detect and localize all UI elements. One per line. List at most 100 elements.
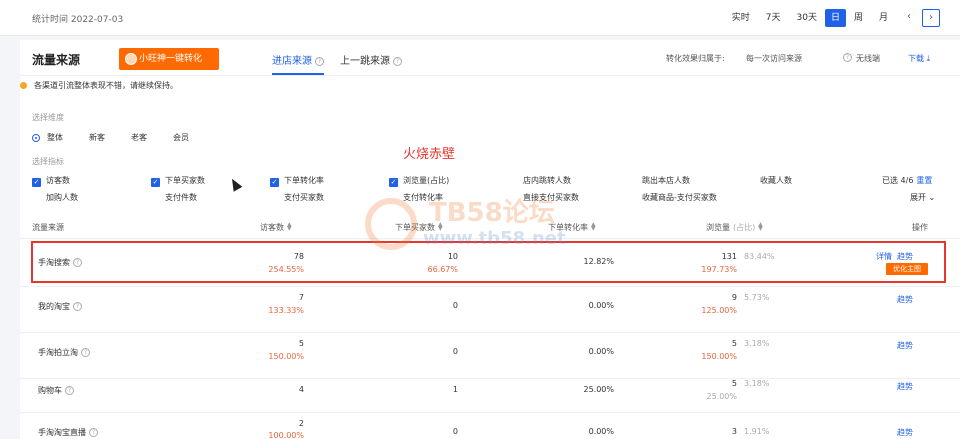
expand-toggle[interactable]: 展开 ⌄ xyxy=(910,192,935,203)
metric-fav-pay[interactable]: 收藏商品-支付买家数 xyxy=(642,192,717,203)
trend-link[interactable]: 趋势 xyxy=(897,340,913,351)
checkbox-checked-icon: ✓ xyxy=(270,178,279,187)
row-visitors: 5 xyxy=(298,339,304,348)
pig-icon xyxy=(125,53,137,65)
trend-link[interactable]: 趋势 xyxy=(897,427,913,438)
row-views: 3 xyxy=(731,427,737,436)
metric-views[interactable]: ✓ 浏览量(占比) xyxy=(389,175,449,187)
metric-buyers[interactable]: ✓ 下单买家数 xyxy=(151,175,205,187)
metric-buyers-label: 下单买家数 xyxy=(165,176,205,185)
metric-add-cart[interactable]: 加购人数 xyxy=(46,192,78,203)
tab-prev-hop-source[interactable]: 上一跳来源? xyxy=(340,52,402,67)
promo-button[interactable]: 小旺神一键转化 xyxy=(119,48,219,70)
tab-entry-source-label: 进店来源 xyxy=(272,56,312,67)
tab-entry-source[interactable]: 进店来源? xyxy=(272,52,324,67)
row-visitors: 4 xyxy=(298,385,304,394)
row-rate: 25.00% xyxy=(583,385,614,394)
th-visitors[interactable]: 访客数 ▲ ▼ xyxy=(260,222,292,233)
period-realtime[interactable]: 实时 xyxy=(724,9,758,27)
row-buyers: 0 xyxy=(452,301,458,310)
conversion-label: 转化效果归属于: xyxy=(666,54,725,63)
tab-underline xyxy=(272,73,324,75)
help-icon: ? xyxy=(315,57,324,66)
top-bar: 统计时间 2022-07-03 实时 7天 30天 日 周 月 ‹ › xyxy=(0,0,960,36)
row-views-pct: 150.00% xyxy=(701,352,737,361)
checkbox-checked-icon: ✓ xyxy=(151,178,160,187)
metric-rate[interactable]: ✓ 下单转化率 xyxy=(270,175,324,187)
help-icon: ? xyxy=(73,302,82,311)
table-row: 手淘淘宝直播? 2 100.00% 0 0.00% 3 1.91% 趋势 xyxy=(20,412,960,439)
download-label: 下载 xyxy=(908,54,924,63)
period-month[interactable]: 月 xyxy=(871,9,896,27)
row-source: 手淘拍立淘? xyxy=(38,347,90,358)
row-views: 9 xyxy=(731,293,737,302)
trend-link[interactable]: 趋势 xyxy=(897,381,913,392)
row-share: 1.91% xyxy=(744,427,770,436)
help-icon: ? xyxy=(65,386,74,395)
metric-visitors[interactable]: ✓ 访客数 xyxy=(32,175,70,187)
period-week[interactable]: 周 xyxy=(846,9,871,27)
next-date-button[interactable]: › xyxy=(922,9,940,27)
table-row: 我的淘宝? 7 133.33% 0 0.00% 9 5.73% 125.00% … xyxy=(20,286,960,332)
row-buyers: 0 xyxy=(452,347,458,356)
row-visitors: 2 xyxy=(298,419,304,428)
dimension-old[interactable]: 老客 xyxy=(131,132,147,143)
tab-prev-hop-label: 上一跳来源 xyxy=(340,56,390,67)
device-select[interactable]: 无线端 xyxy=(856,53,880,64)
row-views-pct: 25.00% xyxy=(706,392,737,401)
selected-count-text: 已选 4/6 xyxy=(882,176,914,185)
metric-bounce[interactable]: 跳出本店人数 xyxy=(642,175,690,186)
th-action: 操作 xyxy=(912,223,928,232)
trend-link[interactable]: 趋势 xyxy=(897,294,913,305)
row-source: 手淘淘宝直播? xyxy=(38,427,98,438)
expand-label: 展开 xyxy=(910,193,926,202)
row-views: 5 xyxy=(731,339,737,348)
row-rate: 0.00% xyxy=(588,427,614,436)
row-visitors-pct: 133.33% xyxy=(268,306,304,315)
panel-title: 流量来源 xyxy=(32,53,81,67)
row-buyers: 0 xyxy=(452,427,458,436)
dimension-overall-label: 整体 xyxy=(47,133,63,142)
help-icon: ? xyxy=(81,348,90,357)
row-visitors-pct: 150.00% xyxy=(268,352,304,361)
row-visitors-pct: 100.00% xyxy=(268,431,304,439)
period-day[interactable]: 日 xyxy=(824,9,846,27)
metric-views-label: 浏览量(占比) xyxy=(403,176,450,185)
help-icon: ? xyxy=(89,428,98,437)
radio-selected-icon xyxy=(32,133,40,142)
metric-rate-label: 下单转化率 xyxy=(284,176,324,185)
metric-visitors-label: 访客数 xyxy=(46,176,70,185)
th-visitors-label: 访客数 xyxy=(260,223,284,232)
download-link[interactable]: 下载 ⤓ xyxy=(908,53,930,64)
row-views-pct: 125.00% xyxy=(701,306,737,315)
metric-pay-buyers[interactable]: 支付买家数 xyxy=(284,192,324,203)
dimension-overall[interactable]: 整体 xyxy=(32,132,63,143)
prev-date-button[interactable]: ‹ xyxy=(900,9,918,27)
metric-in-store-jump[interactable]: 店内跳转人数 xyxy=(523,175,571,186)
row-source-label: 手淘淘宝直播 xyxy=(38,428,86,437)
metrics-label: 选择指标 xyxy=(32,157,64,166)
dimension-label: 选择维度 xyxy=(32,113,64,122)
th-views[interactable]: 浏览量 (占比) ▲ ▼ xyxy=(706,222,763,233)
row-buyers: 1 xyxy=(452,385,458,394)
period-7d[interactable]: 7天 xyxy=(758,9,789,27)
conversion-select[interactable]: 每一次访问来源 xyxy=(746,53,802,64)
sort-icon: ▲ ▼ xyxy=(287,221,292,232)
dimension-new[interactable]: 新客 xyxy=(89,132,105,143)
row-source-label: 购物车 xyxy=(38,386,62,395)
chevron-down-icon: ⌄ xyxy=(928,193,936,202)
metric-favorites[interactable]: 收藏人数 xyxy=(760,175,792,186)
watermark-site: TB58论坛 xyxy=(429,198,555,228)
sort-icon: ▲ ▼ xyxy=(758,221,763,232)
metric-pay-items[interactable]: 支付件数 xyxy=(165,192,197,203)
dimension-member[interactable]: 会员 xyxy=(173,132,189,143)
period-30d[interactable]: 30天 xyxy=(789,9,825,27)
hand-logo-icon xyxy=(365,198,417,250)
checkbox-checked-icon: ✓ xyxy=(32,178,41,187)
row-source-label: 手淘拍立淘 xyxy=(38,348,78,357)
reset-link[interactable]: 重置 xyxy=(916,176,932,185)
th-source: 流量来源 xyxy=(32,223,64,232)
row-views: 5 xyxy=(731,379,737,388)
table-row: 手淘拍立淘? 5 150.00% 0 0.00% 5 3.18% 150.00%… xyxy=(20,332,960,378)
notice: 各渠道引流整体表现不错，请继续保持。 xyxy=(20,80,178,91)
